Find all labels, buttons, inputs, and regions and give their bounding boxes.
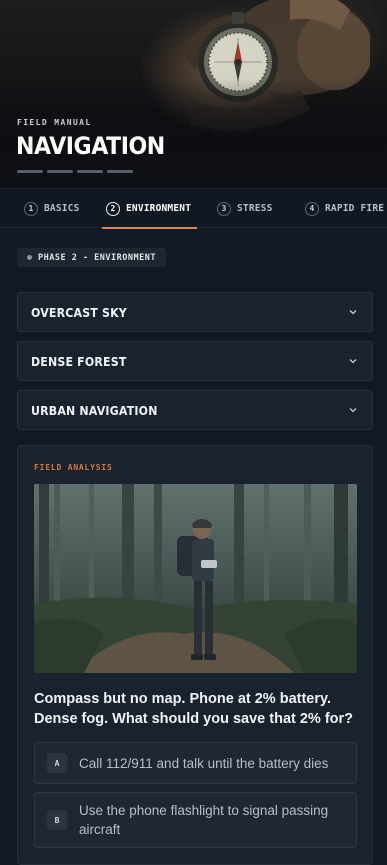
tab-label: STRESS	[237, 203, 273, 214]
hero-banner: FIELD MANUAL NAVIGATION	[0, 0, 387, 188]
page-title: NAVIGATION	[16, 132, 165, 160]
accordion-dense-forest[interactable]: DENSE FOREST	[17, 341, 373, 381]
accordion-label: DENSE FOREST	[31, 353, 127, 369]
phase-tabs: 1 BASICS 2 ENVIRONMENT 3 STRESS 4 RAPID …	[0, 188, 387, 229]
card-label: FIELD ANALYSIS	[34, 463, 113, 472]
progress-segment	[17, 170, 43, 173]
answer-option-b[interactable]: B Use the phone flashlight to signal pas…	[34, 792, 357, 848]
forest-scene-image	[34, 484, 357, 673]
tab-environment[interactable]: 2 ENVIRONMENT	[101, 189, 198, 229]
chevron-down-icon	[349, 408, 357, 413]
phase-badge: PHASE 2 - ENVIRONMENT	[17, 248, 166, 267]
tab-number: 4	[305, 201, 319, 216]
option-text: Call 112/911 and talk until the battery …	[79, 755, 329, 771]
tab-label: BASICS	[44, 203, 80, 214]
progress-indicator	[17, 170, 133, 173]
tab-number: 1	[24, 201, 38, 216]
question-text: Compass but no map. Phone at 2% battery.…	[34, 691, 354, 727]
tab-basics[interactable]: 1 BASICS	[24, 189, 80, 228]
field-analysis-card: FIELD ANALYSIS Compass but no map. Phone…	[17, 445, 373, 865]
chevron-down-icon	[349, 310, 357, 315]
phase-badge-label: PHASE 2 - ENVIRONMENT	[38, 252, 156, 263]
tab-label: RAPID FIRE	[325, 203, 385, 214]
tab-number: 3	[217, 201, 231, 216]
status-dot-icon	[27, 255, 32, 260]
accordion-overcast-sky[interactable]: OVERCAST SKY	[17, 292, 373, 332]
accordion-urban-navigation[interactable]: URBAN NAVIGATION	[17, 390, 373, 430]
answer-option-a[interactable]: A Call 112/911 and talk until the batter…	[34, 742, 357, 784]
option-key-badge: B	[47, 810, 67, 830]
accordion-label: URBAN NAVIGATION	[31, 402, 158, 418]
tab-rapid-fire[interactable]: 4 RAPID FIRE	[305, 189, 384, 228]
accordion-label: OVERCAST SKY	[31, 304, 127, 320]
progress-segment	[47, 170, 73, 173]
option-text: Use the phone flashlight to signal passi…	[79, 803, 329, 837]
option-key-badge: A	[47, 753, 67, 773]
chevron-down-icon	[349, 359, 357, 364]
tab-label: ENVIRONMENT	[126, 203, 192, 214]
tab-stress[interactable]: 3 STRESS	[217, 189, 273, 228]
progress-segment	[77, 170, 103, 173]
tab-number: 2	[106, 201, 120, 216]
hero-eyebrow: FIELD MANUAL	[17, 118, 92, 127]
progress-segment	[107, 170, 133, 173]
